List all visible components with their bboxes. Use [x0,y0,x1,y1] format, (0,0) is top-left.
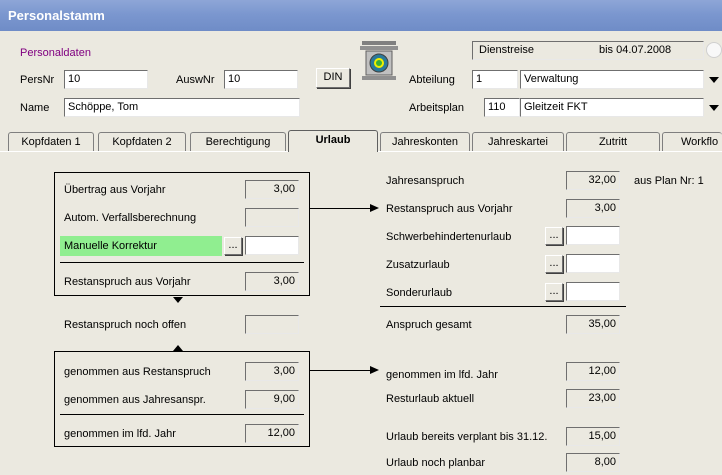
section-label-personaldaten: Personaldaten [20,47,91,59]
status-text: Dienstreise [479,44,535,56]
auswnr-field[interactable]: 10 [224,70,298,89]
status-field: Dienstreise bis 04.07.2008 [472,41,704,60]
abteilung-label: Abteilung [409,74,455,86]
persnr-label: PersNr [20,74,55,86]
window-title: Personalstamm [0,0,722,31]
genommen-separator [60,414,304,415]
uebertrag-label: Übertrag aus Vorjahr [64,184,166,196]
verfall-value [245,208,299,227]
genommen-jahr-label: genommen aus Jahresanspr. [64,394,206,406]
zusatz-field[interactable] [566,254,620,273]
genommen-lfd-right-value: 12,00 [566,362,620,381]
korrektur-ellipsis-button[interactable]: ... [224,237,242,255]
sonder-ellipsis-button[interactable]: ... [545,283,563,301]
korrektur-label: Manuelle Korrektur [64,240,157,252]
tab-zutritt[interactable]: Zutritt [566,132,660,152]
jahresanspruch-label: Jahresanspruch [386,175,465,187]
connector-line-bottom [310,370,372,371]
genommen-jahr-value: 9,00 [245,390,299,409]
uebertrag-value: 3,00 [245,180,299,199]
tab-workflow[interactable]: Workflo [662,132,722,152]
korrektur-field[interactable] [245,236,299,255]
genommen-lfd-right-label: genommen im lfd. Jahr [386,369,498,381]
status-indicator-icon [706,42,722,58]
genommen-rest-label: genommen aus Restanspruch [64,366,211,378]
status-until: bis 04.07.2008 [599,44,672,56]
din-button[interactable]: DIN [316,68,350,88]
verplant-value: 15,00 [566,427,620,446]
sonder-label: Sonderurlaub [386,287,453,299]
connector-line-top [310,208,372,209]
zusatz-ellipsis-button[interactable]: ... [545,255,563,273]
restanspruch-vj-value: 3,00 [245,272,299,291]
jahresanspruch-value: 32,00 [566,171,620,190]
noch-offen-value [245,315,299,334]
abteilung-dropdown-icon[interactable] [709,77,719,83]
zusatz-label: Zusatzurlaub [386,259,450,271]
resturlaub-value: 23,00 [566,389,620,408]
name-label: Name [20,102,50,114]
arbeitsplan-name-select[interactable]: Gleitzeit FKT [520,98,704,117]
connector-arrow-bottom-icon [370,366,379,374]
arbeitsplan-nr-field[interactable]: 110 [484,98,520,117]
tab-urlaub[interactable]: Urlaub [288,130,378,152]
aus-plan-label: aus Plan Nr: 1 [634,175,704,187]
vorjahr-separator [60,262,304,263]
auswnr-label: AuswNr [176,74,215,86]
anspruch-gesamt-value: 35,00 [566,315,620,334]
name-field[interactable]: Schöppe, Tom [64,98,300,117]
restanspruch-vj-label: Restanspruch aus Vorjahr [64,276,191,288]
verplant-label: Urlaub bereits verplant bis 31.12. [386,431,548,443]
planbar-label: Urlaub noch planbar [386,457,486,469]
genommen-lfd-left-label: genommen im lfd. Jahr [64,428,176,440]
abteilung-nr-field[interactable]: 1 [472,70,518,89]
tab-kopfdaten-1[interactable]: Kopfdaten 1 [8,132,94,152]
sonder-field[interactable] [566,282,620,301]
connector-arrow-top-icon [370,204,379,212]
arrow-down-icon [173,297,183,303]
status-light-icon [358,39,400,85]
genommen-lfd-left-value: 12,00 [245,424,299,443]
genommen-rest-value: 3,00 [245,362,299,381]
arbeitsplan-label: Arbeitsplan [409,102,465,114]
anspruch-separator [380,306,626,307]
tab-kopfdaten-2[interactable]: Kopfdaten 2 [98,132,186,152]
restanspruch-label: Restanspruch aus Vorjahr [386,203,513,215]
persnr-field[interactable]: 10 [64,70,148,89]
tab-berechtigung[interactable]: Berechtigung [190,132,286,152]
schwerbehinderten-label: Schwerbehindertenurlaub [386,231,512,243]
planbar-value: 8,00 [566,453,620,472]
tab-jahreskartei[interactable]: Jahreskartei [472,132,564,152]
noch-offen-label: Restanspruch noch offen [64,319,187,331]
abteilung-name-select[interactable]: Verwaltung [520,70,704,89]
schwerbehinderten-ellipsis-button[interactable]: ... [545,227,563,245]
tab-jahreskonten[interactable]: Jahreskonten [380,132,470,152]
schwerbehinderten-field[interactable] [566,226,620,245]
anspruch-gesamt-label: Anspruch gesamt [386,319,472,331]
restanspruch-value: 3,00 [566,199,620,218]
arbeitsplan-dropdown-icon[interactable] [709,105,719,111]
resturlaub-label: Resturlaub aktuell [386,393,475,405]
verfall-label: Autom. Verfallsberechnung [64,212,197,224]
